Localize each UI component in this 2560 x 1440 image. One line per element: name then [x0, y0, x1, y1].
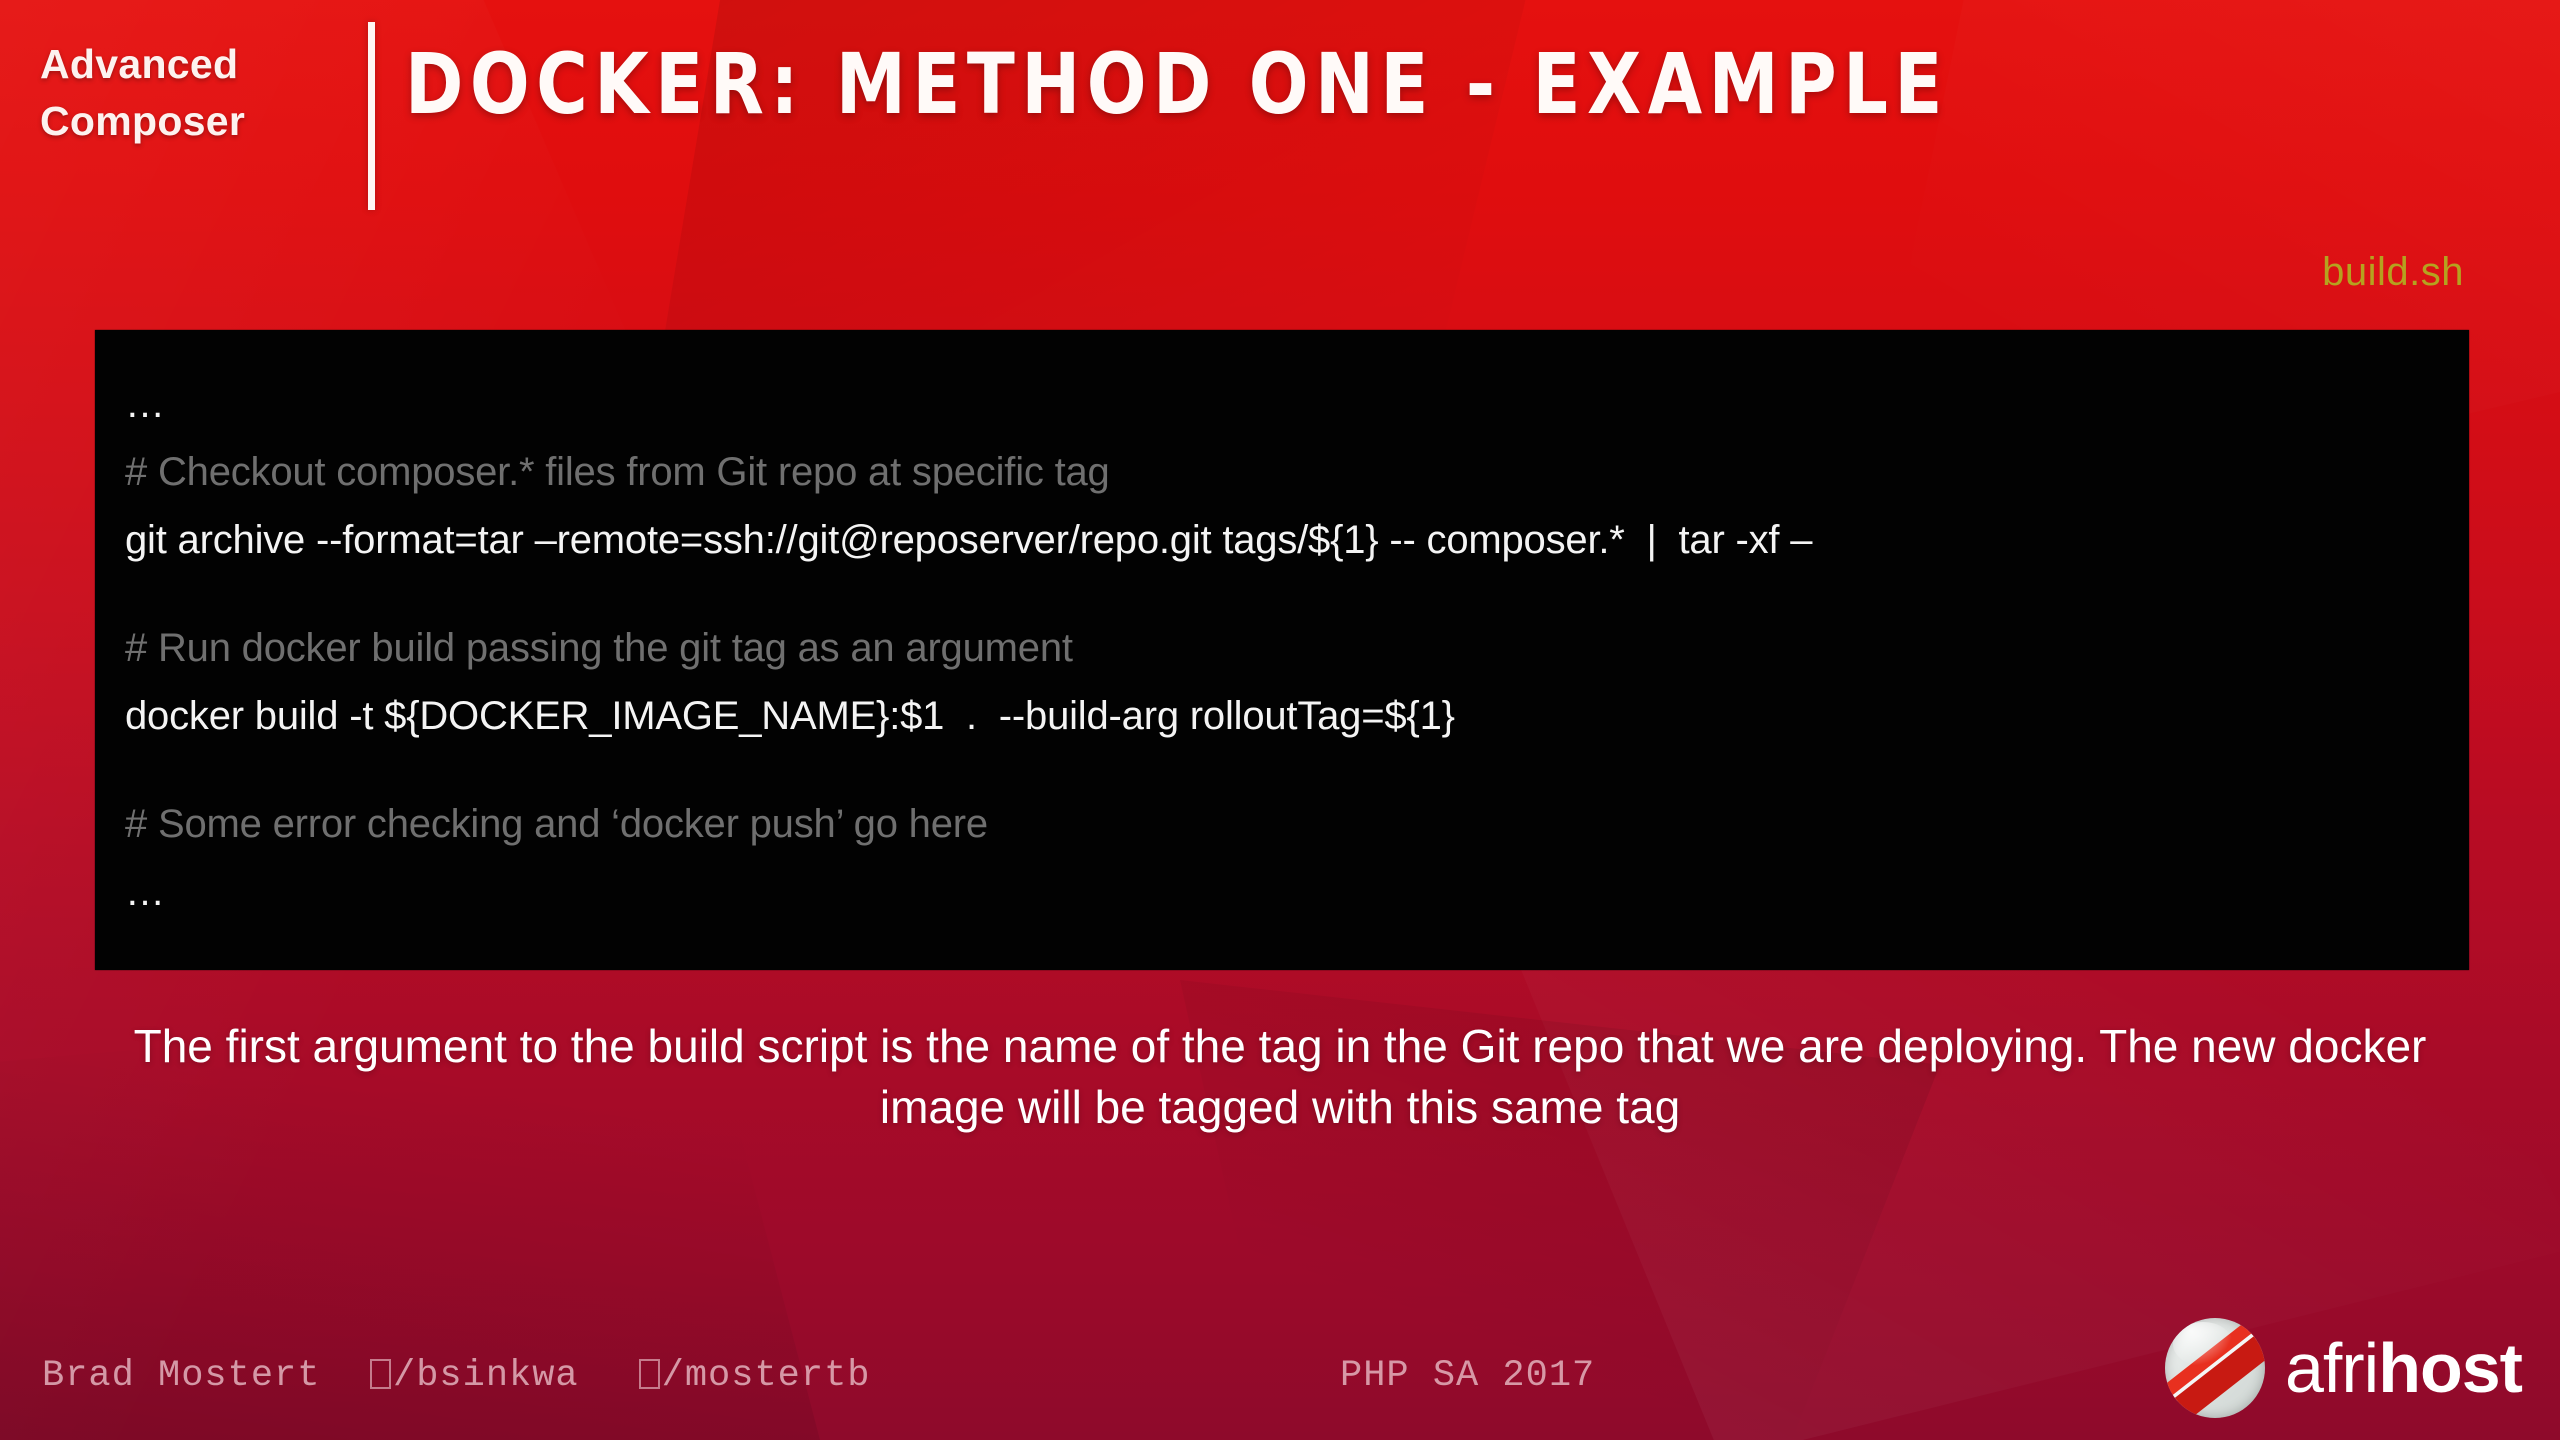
missing-glyph-box-icon: [370, 1359, 391, 1389]
deck-kicker-line2: Composer: [40, 98, 246, 145]
footer-event-name: PHP SA 2017: [1340, 1355, 1596, 1397]
footer-handle: /bsinkwa: [370, 1355, 579, 1397]
code-block: … # Checkout composer.* files from Git re…: [95, 330, 2469, 970]
page-title: DOCKER: METHOD ONE - EXAMPLE: [405, 35, 1949, 133]
slide-header: Advanced Composer DOCKER: METHOD ONE - E…: [0, 0, 2560, 215]
slide-caption: The first argument to the build script i…: [133, 1020, 2427, 1134]
logo-gloss: [2172, 1322, 2233, 1366]
wordmark-bold: host: [2378, 1329, 2523, 1407]
footer-author: Brad Mostert: [42, 1355, 321, 1397]
afrihost-logo: afrihost: [2164, 1318, 2523, 1418]
code-line-comment: # Run docker build passing the git tag a…: [125, 626, 1073, 670]
code-line-cmd: docker build -t ${DOCKER_IMAGE_NAME}:$1 …: [125, 694, 1455, 738]
afrihost-sphere-icon: [2164, 1318, 2265, 1418]
code-line-ellipsis: …: [125, 382, 167, 426]
footer-handle-name: /bsinkwa: [393, 1355, 579, 1397]
missing-glyph-box-icon: [638, 1359, 660, 1389]
code-line-ellipsis: …: [125, 870, 167, 914]
footer-social-handles: /bsinkwa/mostertb: [370, 1355, 870, 1397]
header-divider: [368, 22, 375, 210]
footer-handle-name: /mostertb: [661, 1355, 871, 1397]
afrihost-wordmark: afrihost: [2285, 1333, 2523, 1403]
footer-handle: /mostertb: [638, 1355, 871, 1397]
code-line-comment: # Checkout composer.* files from Git rep…: [125, 450, 1110, 494]
code-filename-label: build.sh: [2322, 250, 2464, 294]
code-line-comment: # Some error checking and ‘docker push’ …: [125, 802, 988, 846]
deck-kicker: Advanced Composer: [40, 36, 340, 151]
deck-kicker-line1: Advanced: [40, 41, 239, 87]
wordmark-light: afri: [2284, 1329, 2379, 1407]
code-line-cmd: git archive --format=tar –remote=ssh://g…: [125, 518, 1813, 562]
